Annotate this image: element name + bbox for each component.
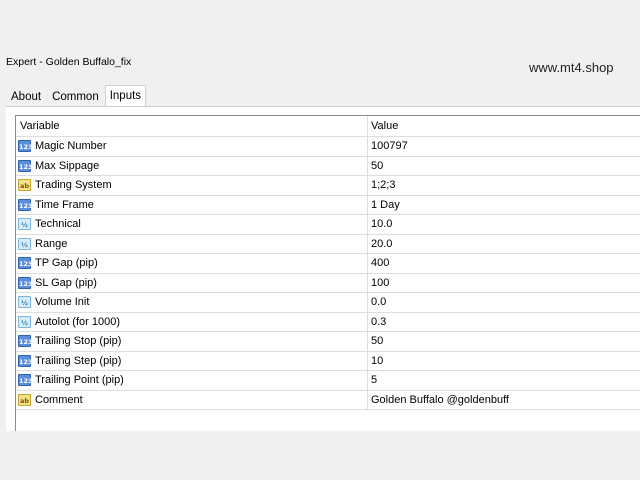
- integer-icon: 123: [18, 374, 33, 387]
- inputs-grid: Variable Value 123 Magic Number 100797 123 M…: [15, 115, 640, 431]
- column-header-variable[interactable]: Variable: [16, 116, 368, 136]
- value-cell[interactable]: 100797: [368, 137, 640, 156]
- grid-rows: 123 Magic Number 100797 123 Max Sippage 50 ab T…: [16, 137, 640, 410]
- integer-icon: 123: [18, 276, 33, 289]
- watermark-text: www.mt4.shop: [529, 60, 614, 75]
- variable-name: Magic Number: [35, 140, 107, 153]
- table-row[interactable]: 123 SL Gap (pip) 100: [16, 273, 640, 293]
- window-title: Expert - Golden Buffalo_fix: [6, 56, 132, 68]
- variable-cell: 123 Magic Number: [16, 137, 368, 156]
- integer-icon: 123: [18, 354, 33, 367]
- variable-cell: 123 Trailing Step (pip): [16, 351, 368, 370]
- value-cell[interactable]: 400: [368, 254, 640, 273]
- string-icon: ab: [18, 179, 31, 192]
- table-row[interactable]: 123 Time Frame 1 Day: [16, 195, 640, 215]
- variable-name: Max Sippage: [35, 159, 100, 172]
- integer-icon: 123: [18, 335, 33, 348]
- variable-cell: ½ Volume Init: [16, 293, 368, 312]
- value-cell[interactable]: 20.0: [368, 235, 640, 254]
- tab-common[interactable]: Common: [47, 87, 104, 106]
- value-cell[interactable]: 50: [368, 332, 640, 351]
- tab-about[interactable]: About: [6, 87, 46, 106]
- variable-name: Volume Init: [35, 296, 90, 309]
- integer-icon: 123: [18, 140, 33, 153]
- value-cell[interactable]: 100: [368, 274, 640, 293]
- variable-cell: ½ Autolot (for 1000): [16, 312, 368, 331]
- table-row[interactable]: 123 Max Sippage 50: [16, 156, 640, 176]
- table-row[interactable]: 123 Trailing Stop (pip) 50: [16, 332, 640, 352]
- value-cell[interactable]: Golden Buffalo @goldenbuff: [368, 391, 640, 410]
- table-row[interactable]: ½ Autolot (for 1000) 0.3: [16, 312, 640, 332]
- variable-name: Range: [35, 237, 68, 250]
- variable-name: Trailing Step (pip): [35, 354, 122, 367]
- variable-cell: ½ Range: [16, 234, 368, 253]
- grid-header: Variable Value: [16, 116, 640, 137]
- table-row[interactable]: 123 Trailing Point (pip) 5: [16, 371, 640, 391]
- variable-name: Autolot (for 1000): [35, 315, 120, 328]
- value-cell[interactable]: 0.3: [368, 313, 640, 332]
- variable-cell: 123 SL Gap (pip): [16, 273, 368, 292]
- variable-cell: ab Trading System: [16, 176, 368, 195]
- value-cell[interactable]: 5: [368, 371, 640, 390]
- table-row[interactable]: 123 TP Gap (pip) 400: [16, 254, 640, 274]
- variable-name: Trading System: [35, 179, 112, 192]
- table-row[interactable]: ab Trading System 1;2;3: [16, 176, 640, 196]
- variable-cell: 123 Max Sippage: [16, 156, 368, 175]
- variable-cell: ½ Technical: [16, 215, 368, 234]
- value-cell[interactable]: 50: [368, 157, 640, 176]
- variable-cell: 123 TP Gap (pip): [16, 254, 368, 273]
- table-row[interactable]: ab Comment Golden Buffalo @goldenbuff: [16, 390, 640, 410]
- double-icon: ½: [18, 296, 31, 309]
- table-row[interactable]: ½ Range 20.0: [16, 234, 640, 254]
- variable-name: TP Gap (pip): [35, 257, 98, 270]
- value-cell[interactable]: 1;2;3: [368, 176, 640, 195]
- variable-name: Comment: [35, 393, 83, 406]
- double-icon: ½: [18, 218, 31, 231]
- double-icon: ½: [18, 315, 31, 328]
- string-icon: ab: [18, 393, 31, 406]
- variable-name: Technical: [35, 218, 81, 231]
- table-row[interactable]: 123 Magic Number 100797: [16, 137, 640, 157]
- variable-cell: ab Comment: [16, 390, 368, 409]
- value-cell[interactable]: 10: [368, 352, 640, 371]
- variable-cell: 123 Trailing Point (pip): [16, 371, 368, 390]
- integer-icon: 123: [18, 159, 33, 172]
- value-cell[interactable]: 10.0: [368, 215, 640, 234]
- table-row[interactable]: 123 Trailing Step (pip) 10: [16, 351, 640, 371]
- table-row[interactable]: ½ Technical 10.0: [16, 215, 640, 235]
- integer-icon: 123: [18, 198, 33, 211]
- value-cell[interactable]: 1 Day: [368, 196, 640, 215]
- variable-cell: 123 Time Frame: [16, 195, 368, 214]
- variable-name: Trailing Point (pip): [35, 374, 124, 387]
- variable-name: Time Frame: [35, 198, 94, 211]
- tab-bar: About Common Inputs: [6, 84, 147, 107]
- tab-inputs[interactable]: Inputs: [104, 85, 147, 107]
- table-row[interactable]: ½ Volume Init 0.0: [16, 293, 640, 313]
- variable-name: Trailing Stop (pip): [35, 335, 122, 348]
- integer-icon: 123: [18, 257, 33, 270]
- value-cell[interactable]: 0.0: [368, 293, 640, 312]
- inputs-panel: Variable Value 123 Magic Number 100797 123 M…: [6, 106, 640, 431]
- column-header-value[interactable]: Value: [368, 116, 640, 136]
- double-icon: ½: [18, 237, 31, 250]
- variable-name: SL Gap (pip): [35, 276, 97, 289]
- variable-cell: 123 Trailing Stop (pip): [16, 332, 368, 351]
